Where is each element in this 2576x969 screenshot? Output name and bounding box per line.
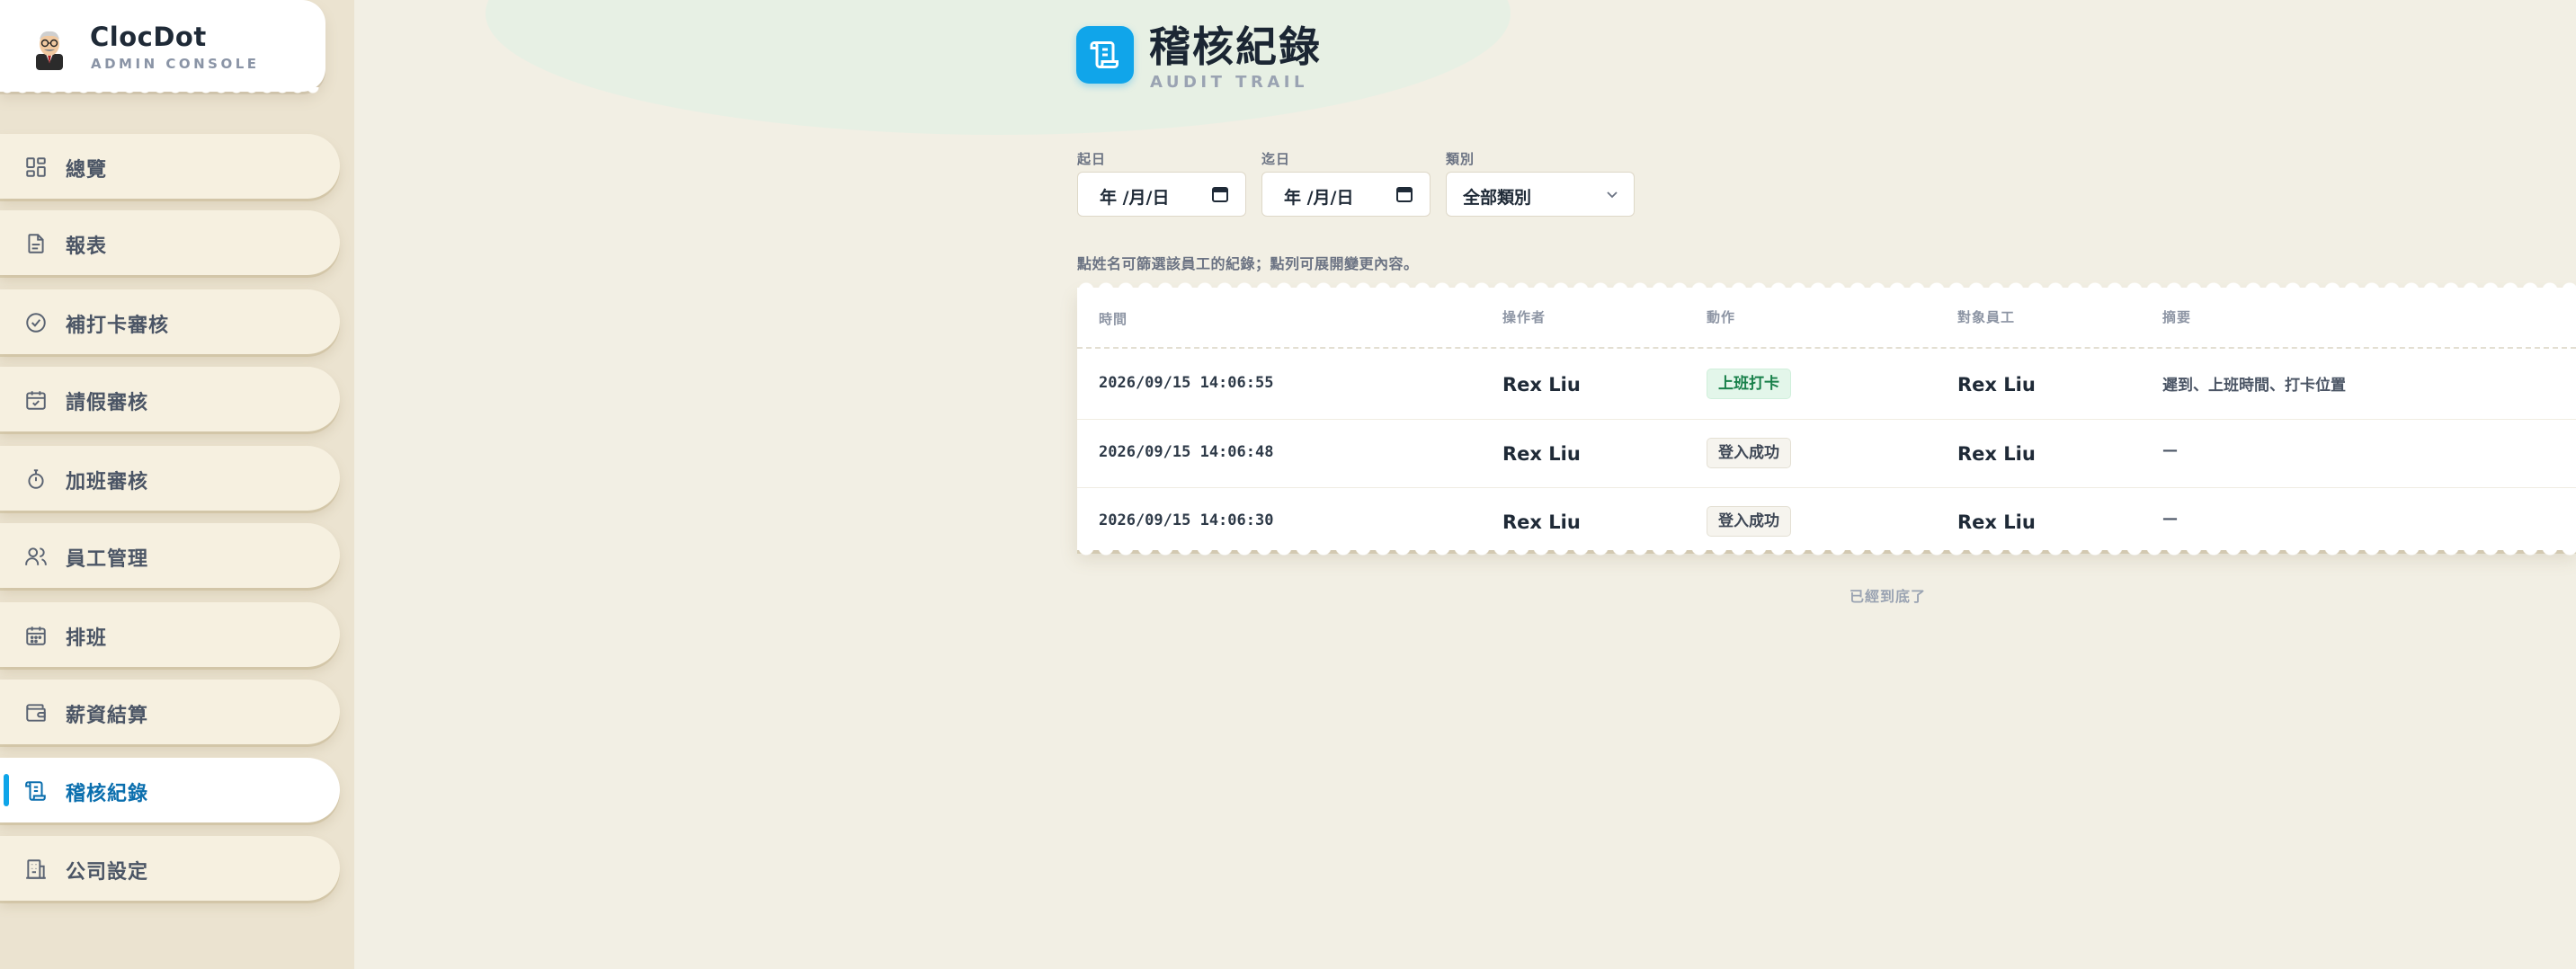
calendar-icon[interactable] bbox=[1211, 185, 1229, 203]
row-operator-link[interactable]: Rex Liu bbox=[1502, 443, 1581, 465]
calendar-icon bbox=[24, 624, 48, 647]
start-date-input[interactable]: 年 /月/日 bbox=[1077, 172, 1246, 217]
sidebar-item-employees[interactable]: 員工管理 bbox=[0, 523, 340, 588]
start-date-label: 起日 bbox=[1077, 151, 1107, 167]
row-summary: — bbox=[2162, 510, 2178, 528]
row-target-link[interactable]: Rex Liu bbox=[1957, 374, 2036, 396]
row-summary: 遲到、上班時間、打卡位置 bbox=[2162, 377, 2346, 395]
header-divider bbox=[1077, 347, 2576, 349]
chevron-down-icon bbox=[1607, 191, 1618, 199]
row-target-link[interactable]: Rex Liu bbox=[1957, 443, 2036, 465]
row-target-link[interactable]: Rex Liu bbox=[1957, 511, 2036, 533]
sidebar-item-audit-trail[interactable]: 稽核紀錄 bbox=[0, 758, 340, 822]
background-blob bbox=[486, 0, 1511, 135]
sidebar-item-label: 總覽 bbox=[66, 159, 108, 182]
hint-text: 點姓名可篩選該員工的紀錄；點列可展開變更內容。 bbox=[1077, 255, 1419, 272]
sidebar-item-punch-review[interactable]: 補打卡審核 bbox=[0, 289, 340, 354]
table-row[interactable]: 2026/09/15 14:06:55 Rex Liu 上班打卡 Rex Liu… bbox=[1077, 351, 2576, 419]
sidebar-item-reports[interactable]: 報表 bbox=[0, 210, 340, 275]
users-icon bbox=[24, 545, 48, 568]
column-header-target: 對象員工 bbox=[1957, 309, 2016, 325]
check-circle-icon bbox=[24, 311, 48, 334]
sidebar-item-label: 報表 bbox=[66, 236, 108, 258]
end-date-input[interactable]: 年 /月/日 bbox=[1261, 172, 1431, 217]
type-label: 類別 bbox=[1446, 151, 1475, 167]
sidebar-item-payroll[interactable]: 薪資結算 bbox=[0, 680, 340, 744]
column-header-summary: 摘要 bbox=[2162, 309, 2192, 325]
page-title: 稽核紀錄 bbox=[1149, 22, 1322, 71]
sidebar-item-label: 請假審核 bbox=[66, 392, 149, 414]
wallet-icon bbox=[24, 701, 48, 725]
end-date-value: 年 /月/日 bbox=[1284, 188, 1354, 208]
start-date-value: 年 /月/日 bbox=[1100, 188, 1170, 208]
sidebar-item-overview[interactable]: 總覽 bbox=[0, 134, 340, 199]
sidebar-item-label: 員工管理 bbox=[66, 548, 149, 571]
table-row[interactable]: 2026/09/15 14:06:48 Rex Liu 登入成功 Rex Liu… bbox=[1077, 419, 2576, 487]
calendar-check-icon bbox=[24, 388, 48, 412]
sidebar-item-company-settings[interactable]: 公司設定 bbox=[0, 836, 340, 901]
column-header-action: 動作 bbox=[1707, 309, 1736, 325]
sidebar-item-label: 公司設定 bbox=[66, 861, 149, 884]
calendar-icon[interactable] bbox=[1395, 185, 1413, 203]
sidebar-item-schedule[interactable]: 排班 bbox=[0, 602, 340, 667]
sidebar: ClocDot ADMIN CONSOLE 總覽 報表 補打卡審核 請假審核 加… bbox=[0, 0, 354, 969]
action-badge: 登入成功 bbox=[1707, 506, 1791, 537]
dashboard-icon bbox=[24, 156, 48, 179]
row-time: 2026/09/15 14:06:55 bbox=[1099, 374, 1274, 392]
table-row[interactable]: 2026/09/15 14:06:30 Rex Liu 登入成功 Rex Liu… bbox=[1077, 487, 2576, 556]
brand-header: ClocDot ADMIN CONSOLE bbox=[0, 0, 325, 96]
sidebar-item-label: 排班 bbox=[66, 627, 108, 650]
row-time: 2026/09/15 14:06:30 bbox=[1099, 511, 1274, 529]
sidebar-item-label: 加班審核 bbox=[66, 471, 149, 493]
row-operator-link[interactable]: Rex Liu bbox=[1502, 511, 1581, 533]
end-of-list-text: 已經到底了 bbox=[1850, 588, 1927, 605]
audit-table: 時間 操作者 動作 對象員工 摘要 2026/09/15 14:06:55 Re… bbox=[1077, 281, 2576, 556]
sidebar-item-leave-review[interactable]: 請假審核 bbox=[0, 367, 340, 431]
sidebar-item-label: 薪資結算 bbox=[66, 705, 149, 727]
scroll-icon bbox=[24, 779, 48, 803]
sidebar-item-label: 補打卡審核 bbox=[66, 315, 170, 337]
row-summary: — bbox=[2162, 441, 2178, 459]
sidebar-item-label: 稽核紀錄 bbox=[66, 783, 149, 805]
column-header-operator: 操作者 bbox=[1502, 309, 1546, 325]
row-time: 2026/09/15 14:06:48 bbox=[1099, 443, 1274, 461]
audit-title-icon bbox=[1076, 26, 1134, 84]
action-badge: 上班打卡 bbox=[1707, 369, 1791, 399]
brand-name: ClocDot bbox=[90, 22, 207, 52]
brand-subtitle: ADMIN CONSOLE bbox=[91, 56, 260, 72]
end-date-label: 迄日 bbox=[1261, 151, 1291, 167]
type-select-value: 全部類別 bbox=[1463, 188, 1532, 208]
row-operator-link[interactable]: Rex Liu bbox=[1502, 374, 1581, 396]
sidebar-item-overtime-review[interactable]: 加班審核 bbox=[0, 446, 340, 511]
type-select[interactable]: 全部類別 bbox=[1446, 172, 1635, 217]
report-icon bbox=[24, 232, 48, 255]
action-badge: 登入成功 bbox=[1707, 438, 1791, 468]
avatar bbox=[36, 31, 63, 70]
stopwatch-icon bbox=[24, 467, 48, 491]
page-subtitle: AUDIT TRAIL bbox=[1150, 73, 1308, 92]
building-icon bbox=[24, 858, 48, 881]
column-header-time: 時間 bbox=[1099, 311, 1128, 327]
